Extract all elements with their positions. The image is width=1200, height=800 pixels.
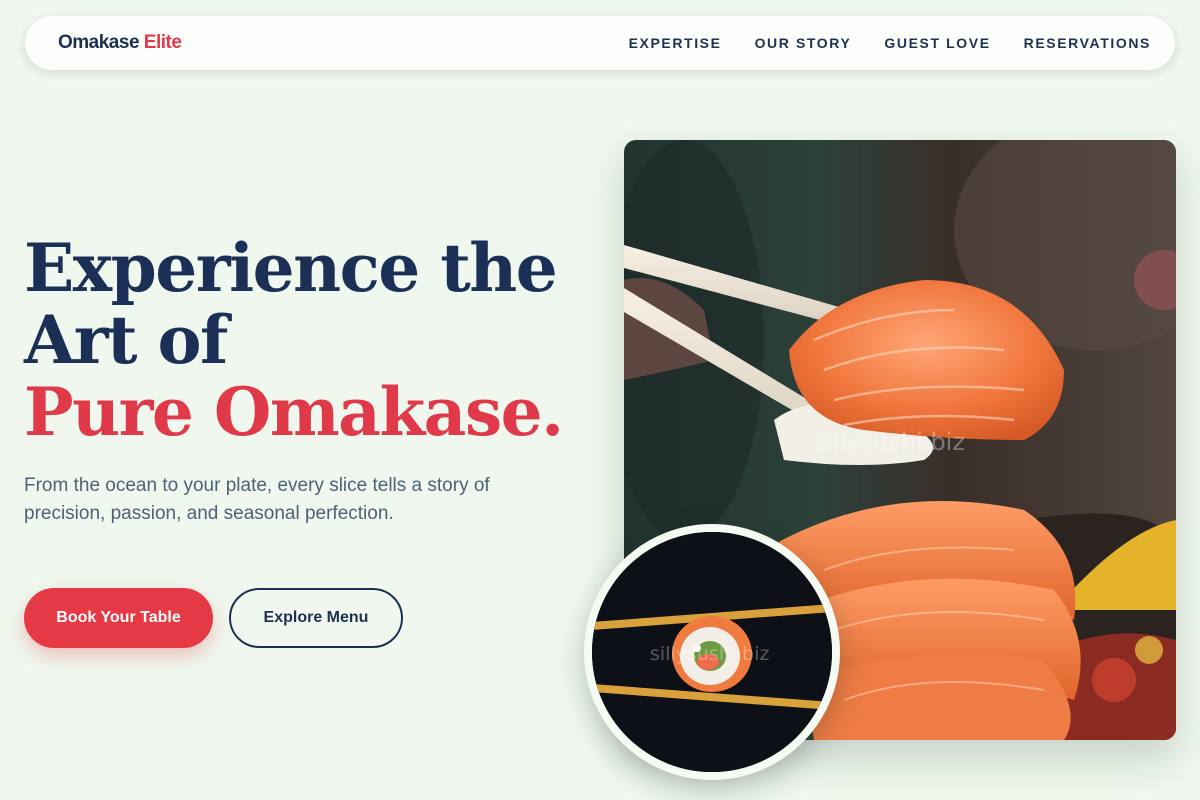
top-navbar: Omakase Elite EXPERTISE OUR STORY GUEST …: [25, 16, 1175, 70]
brand-name-accent: Elite: [143, 32, 182, 53]
brand-logo[interactable]: Omakase Elite: [58, 32, 182, 54]
nav-item-reservations[interactable]: RESERVATIONS: [1024, 35, 1151, 51]
headline-line-1: Experience the: [24, 229, 558, 307]
sushi-roll-thumbnail: sillysushi.biz: [584, 524, 840, 780]
thumbnail-watermark: sillysushi.biz: [650, 643, 770, 665]
book-table-button[interactable]: Book Your Table: [24, 588, 213, 648]
explore-menu-button[interactable]: Explore Menu: [229, 588, 403, 648]
headline-accent: Pure Omakase.: [24, 373, 564, 451]
main-image-watermark: sillysushi.biz: [814, 428, 965, 456]
nav-item-guest-love[interactable]: GUEST LOVE: [884, 35, 990, 51]
hero-subtext: From the ocean to your plate, every slic…: [24, 475, 490, 524]
nav-links: EXPERTISE OUR STORY GUEST LOVE RESERVATI…: [629, 35, 1151, 51]
brand-name-primary: Omakase: [58, 32, 140, 53]
nav-item-expertise[interactable]: EXPERTISE: [629, 35, 722, 51]
headline-line-2: Art of: [24, 301, 228, 379]
hero-headline: Experience the Art of Pure Omakase.: [24, 232, 584, 448]
nav-item-our-story[interactable]: OUR STORY: [755, 35, 852, 51]
